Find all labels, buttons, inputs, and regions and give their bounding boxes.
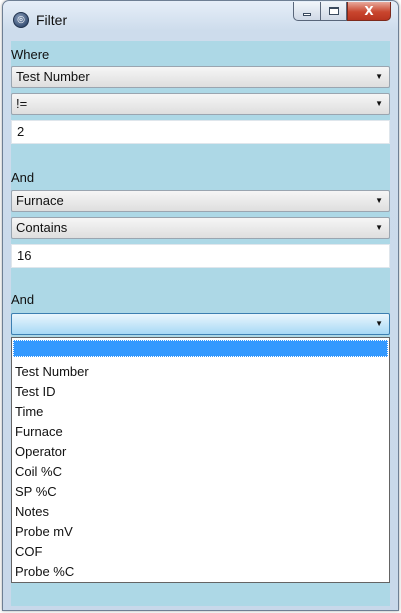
filter-2-operator-value: Contains (16, 220, 68, 235)
filter-1-operator-value: != (16, 96, 28, 111)
dropdown-item-empty-selected[interactable] (13, 340, 388, 357)
chevron-down-icon: ▼ (375, 223, 383, 232)
dropdown-item-probe-c[interactable]: Probe %C (12, 562, 389, 582)
close-button[interactable]: X (347, 2, 391, 21)
dropdown-item-furnace[interactable]: Furnace (12, 422, 389, 442)
filter-2-operator-select[interactable]: Contains ▼ (11, 217, 390, 239)
filter-1-operator-select[interactable]: != ▼ (11, 93, 390, 115)
app-icon[interactable]: ◎ (13, 12, 29, 28)
close-icon: X (364, 4, 374, 18)
filter-3-field-select[interactable]: ▼ (11, 313, 390, 335)
maximize-icon (328, 7, 339, 15)
caption-buttons: X (293, 2, 391, 22)
dropdown-item-sp-c[interactable]: SP %C (12, 482, 389, 502)
filter-3-label: And (11, 292, 35, 307)
minimize-icon (303, 12, 311, 16)
chevron-down-icon: ▼ (375, 72, 383, 81)
chevron-down-icon: ▼ (375, 319, 383, 328)
maximize-button[interactable] (320, 2, 347, 21)
filter-panel: Where Test Number ▼ != ▼ 2 And Furnace ▼… (11, 41, 390, 606)
minimize-button[interactable] (293, 2, 320, 21)
filter-1-label: Where (11, 47, 50, 62)
filter-2-label: And (11, 170, 35, 185)
filter-window: ◎ Filter X Where Test Number ▼ != ▼ 2 An… (2, 0, 399, 611)
filter-1-field-select[interactable]: Test Number ▼ (11, 66, 390, 88)
filter-2-value-input[interactable]: 16 (11, 244, 390, 268)
filter-1-field-value: Test Number (16, 69, 90, 84)
dropdown-item-probe-mv[interactable]: Probe mV (12, 522, 389, 542)
title-bar[interactable]: ◎ Filter X (3, 1, 398, 41)
dropdown-item-notes[interactable]: Notes (12, 502, 389, 522)
dropdown-item-test-number[interactable]: Test Number (12, 362, 389, 382)
window-title: Filter (36, 12, 68, 28)
dropdown-item-cof[interactable]: COF (12, 542, 389, 562)
dropdown-item-time[interactable]: Time (12, 402, 389, 422)
dropdown-item-coil-c[interactable]: Coil %C (12, 462, 389, 482)
filter-1-value-text: 2 (17, 124, 25, 139)
filter-2-field-select[interactable]: Furnace ▼ (11, 190, 390, 212)
filter-2-value-text: 16 (17, 248, 32, 263)
dropdown-options: Test Number Test ID Time Furnace Operato… (12, 362, 389, 582)
dropdown-item-test-id[interactable]: Test ID (12, 382, 389, 402)
field-dropdown-list: Test Number Test ID Time Furnace Operato… (11, 337, 390, 583)
chevron-down-icon: ▼ (375, 196, 383, 205)
filter-1-value-input[interactable]: 2 (11, 120, 390, 144)
filter-2-field-value: Furnace (16, 193, 64, 208)
chevron-down-icon: ▼ (375, 99, 383, 108)
dropdown-item-operator[interactable]: Operator (12, 442, 389, 462)
